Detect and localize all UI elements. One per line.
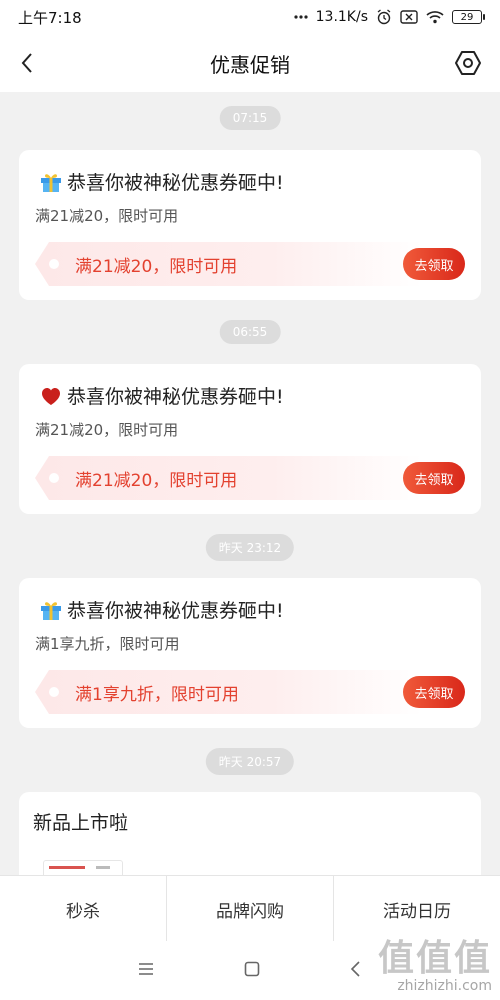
chevron-left-icon (21, 53, 32, 73)
card-title-text: 恭喜你被神秘优惠券砸中! (67, 600, 284, 622)
no-sim-icon (400, 10, 418, 24)
tab-flash-sale[interactable]: 秒杀 (0, 876, 166, 942)
home-icon[interactable] (244, 961, 260, 981)
gift-icon (41, 601, 61, 620)
card-subtitle: 满1享九折，限时可用 (35, 635, 180, 653)
signal-dots-icon (294, 14, 308, 20)
thumbnail-decoration (96, 866, 110, 869)
coupon-dot (49, 473, 59, 483)
coupon-text: 满21减20，限时可用 (75, 471, 238, 491)
settings-button[interactable] (452, 47, 484, 79)
settings-icon (455, 51, 481, 75)
menu-icon[interactable] (138, 961, 154, 980)
status-bar: 上午7:18 13.1K/s 29 (0, 0, 500, 34)
network-speed: 13.1K/s (315, 9, 368, 25)
alarm-icon (376, 9, 392, 25)
card-title: 恭喜你被神秘优惠券砸中! (39, 382, 284, 409)
promo-card[interactable]: 恭喜你被神秘优惠券砸中! 满21减20，限时可用 满21减20，限时可用 去领取 (19, 364, 481, 514)
timestamp: 06:55 (219, 320, 281, 344)
watermark: 值值值 zhizhizhi.com (377, 938, 492, 995)
card-title: 恭喜你被神秘优惠券砸中! (39, 596, 284, 623)
gift-icon (41, 173, 61, 192)
timestamp: 昨天 20:57 (205, 748, 295, 775)
tab-brand-flash[interactable]: 品牌闪购 (166, 876, 333, 942)
timestamp: 昨天 23:12 (205, 534, 295, 561)
thumbnail-decoration (49, 866, 85, 869)
coupon-strip: 满21减20，限时可用 (35, 242, 465, 286)
claim-button[interactable]: 去领取 (403, 248, 465, 280)
card-title-text: 恭喜你被神秘优惠券砸中! (67, 386, 284, 408)
card-title-text: 恭喜你被神秘优惠券砸中! (67, 172, 284, 194)
nav-bar: 优惠促销 (0, 34, 500, 92)
coupon-text: 满1享九折，限时可用 (75, 685, 239, 705)
coupon-strip: 满1享九折，限时可用 (35, 670, 465, 714)
card-title: 恭喜你被神秘优惠券砸中! (39, 168, 284, 195)
watermark-text: zhizhizhi.com (397, 978, 492, 994)
card-subtitle: 满21减20，限时可用 (35, 421, 179, 439)
product-thumbnail[interactable] (43, 860, 123, 875)
battery-level: 29 (460, 11, 474, 23)
bottom-tab-bar: 秒杀 品牌闪购 活动日历 (0, 875, 500, 942)
battery-icon: 29 (452, 10, 485, 24)
coupon-strip: 满21减20，限时可用 (35, 456, 465, 500)
heart-icon (42, 387, 60, 405)
back-nav-icon[interactable] (350, 960, 362, 981)
status-icons: 13.1K/s 29 (294, 9, 485, 25)
timestamp: 07:15 (219, 106, 281, 130)
wifi-icon (426, 10, 444, 24)
coupon-text: 满21减20，限时可用 (75, 257, 238, 277)
card-subtitle: 满21减20，限时可用 (35, 207, 179, 225)
coupon-dot (49, 259, 59, 269)
card-title: 新品上市啦 (33, 812, 129, 834)
promo-card[interactable]: 恭喜你被神秘优惠券砸中! 满21减20，限时可用 满21减20，限时可用 去领取 (19, 150, 481, 300)
tab-activity-calendar[interactable]: 活动日历 (333, 876, 500, 942)
back-button[interactable] (12, 48, 42, 78)
claim-button[interactable]: 去领取 (403, 676, 465, 708)
coupon-dot (49, 687, 59, 697)
promo-card[interactable]: 恭喜你被神秘优惠券砸中! 满1享九折，限时可用 满1享九折，限时可用 去领取 (19, 578, 481, 728)
watermark-logo: 值值值 (377, 938, 492, 979)
page-title: 优惠促销 (210, 52, 290, 77)
status-time: 上午7:18 (18, 8, 82, 27)
product-card[interactable]: 新品上市啦 (19, 792, 481, 875)
claim-button[interactable]: 去领取 (403, 462, 465, 494)
message-list[interactable]: 07:15 恭喜你被神秘优惠券砸中! 满21减20，限时可用 满21减20，限时… (0, 92, 500, 875)
